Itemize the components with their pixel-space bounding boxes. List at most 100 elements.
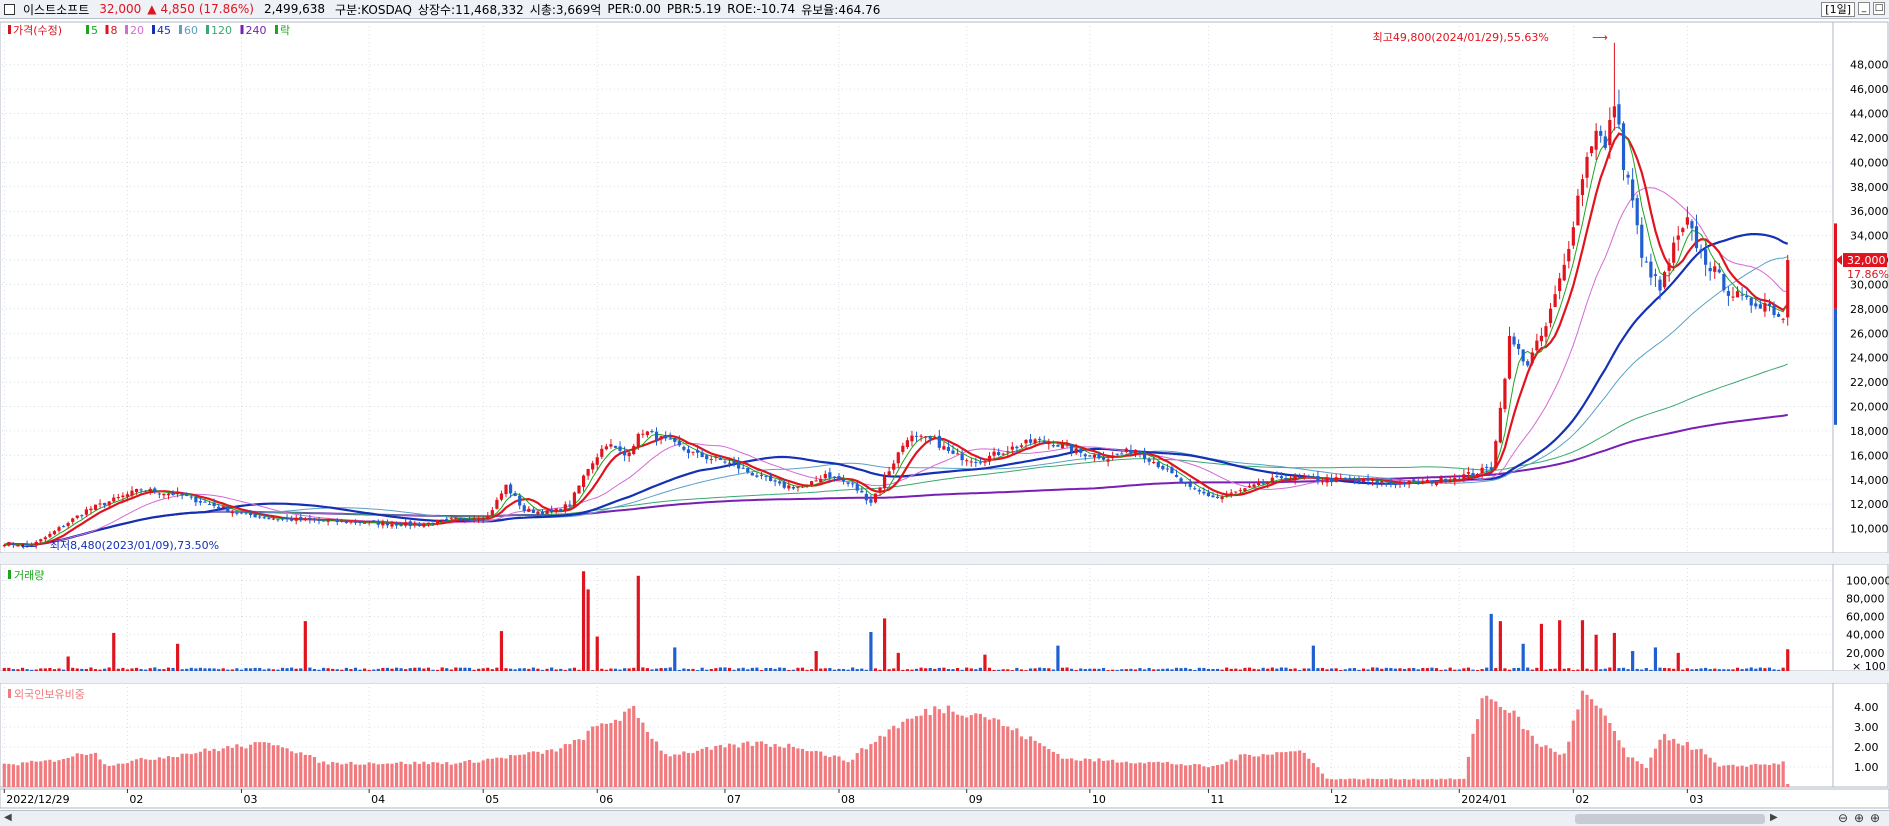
volume-bar (1366, 669, 1370, 671)
foreign-bar (1667, 740, 1671, 787)
candle-body (609, 444, 613, 447)
volume-bar (185, 668, 189, 671)
volume-bar (805, 669, 809, 671)
volume-bar (1170, 669, 1174, 671)
candle-body (477, 519, 481, 521)
volume-bar (623, 668, 627, 671)
volume-bar (924, 668, 928, 671)
foreign-bar (905, 718, 909, 787)
foreign-bar (1120, 762, 1124, 787)
foreign-bar (1517, 716, 1521, 787)
select-checkbox[interactable] (4, 3, 15, 15)
maximize-icon[interactable]: □ (1873, 2, 1885, 15)
candle-body (1457, 478, 1461, 480)
volume-bar (1548, 668, 1553, 671)
candle-body (80, 515, 84, 517)
foreign-bar (75, 753, 79, 787)
foreign-bar (864, 749, 868, 787)
foreign-bar (1672, 738, 1676, 787)
volume-bar (408, 668, 412, 671)
candle-body (1293, 475, 1297, 481)
foreign-bar (1621, 747, 1626, 787)
per-value: PER:0.00 (607, 2, 661, 16)
volume-bar (1767, 667, 1772, 671)
foreign-bar (1498, 706, 1502, 787)
foreign-bar (372, 763, 376, 787)
foreign-bar (1307, 758, 1311, 787)
foreign-bar (705, 747, 709, 787)
scroll-left-icon[interactable]: ◀ (4, 812, 12, 823)
foreign-bar (1193, 763, 1197, 787)
period-selector[interactable]: [1일] (1821, 2, 1855, 17)
candle-body (878, 487, 882, 493)
volume-bar (1051, 669, 1055, 671)
candle-body (1070, 443, 1074, 453)
volume-bar (34, 669, 38, 671)
foreign-bar (1430, 778, 1434, 787)
foreign-bar (554, 751, 558, 787)
volume-bar (84, 669, 88, 671)
foreign-bar (1060, 758, 1065, 787)
volume-bar (887, 669, 891, 671)
volume-bar (1257, 669, 1261, 671)
candle-body (1138, 451, 1142, 454)
candle-body (568, 504, 572, 506)
volume-bar (682, 668, 686, 671)
zoom-out-icon[interactable]: ⊖ (1838, 811, 1848, 825)
foreign-bar (166, 756, 171, 787)
foreign-bar (572, 740, 577, 787)
volume-bar (1375, 667, 1379, 671)
candle-body (1111, 455, 1115, 459)
candle-body (1526, 361, 1530, 366)
candle-body (66, 523, 70, 526)
scroll-right-icon[interactable]: ▶ (1770, 812, 1778, 823)
candle-body (408, 521, 412, 526)
price-tick-label: 44,000 (1850, 108, 1889, 121)
candle-body (1038, 438, 1042, 440)
zoom-in-icon[interactable]: ⊕ (1854, 811, 1864, 825)
candle-body (445, 518, 449, 520)
foreign-bar (1758, 764, 1762, 787)
foreign-bar (1015, 728, 1019, 787)
candle-body (1083, 454, 1087, 457)
horizontal-scrollbar[interactable]: ◀ ▶ ⊖ ⊕ ⊕ (0, 810, 1889, 826)
minimize-icon[interactable]: _ (1858, 2, 1870, 15)
volume-bar (965, 667, 969, 671)
candle-body (1777, 314, 1781, 317)
foreign-bar (226, 746, 230, 787)
volume-bar (1161, 668, 1165, 671)
volume-bar (1694, 668, 1699, 671)
volume-bar (1284, 667, 1288, 671)
zoom-reset-icon[interactable]: ⊕ (1870, 811, 1880, 825)
volume-bar (1010, 670, 1014, 671)
volume-bar (1111, 669, 1115, 671)
candle-body (1120, 453, 1124, 455)
candle-body (987, 455, 992, 462)
foreign-bar (390, 763, 394, 787)
volume-bar (1690, 669, 1694, 671)
volume-bar (130, 668, 134, 671)
price-tick-label: 40,000 (1850, 156, 1889, 169)
x-tick-label: 02 (129, 793, 143, 806)
candle-body (463, 518, 467, 520)
foreign-bar (317, 762, 321, 787)
candle-body (1361, 478, 1366, 483)
candle-body (1074, 448, 1078, 454)
price-change-pct: (17.86%) (198, 2, 254, 16)
candle-body (116, 497, 120, 499)
volume-bar (440, 667, 444, 671)
foreign-bar (1266, 754, 1270, 787)
foreign-bar (1174, 764, 1179, 787)
candle-body (1307, 476, 1311, 478)
candle-body (98, 503, 102, 505)
volume-bar (331, 668, 335, 671)
foreign-bar (591, 726, 595, 787)
chart-area[interactable]: 10,000 12,000 14,000 16,000 18,000 20,000 22,0… (0, 19, 1889, 810)
scroll-thumb[interactable] (1575, 814, 1765, 824)
volume-bar (609, 668, 613, 671)
volume-bar (527, 668, 531, 671)
volume-bar (1220, 669, 1224, 671)
foreign-bar (1083, 758, 1087, 787)
foreign-bar (80, 754, 84, 787)
candle-body (1475, 473, 1480, 477)
